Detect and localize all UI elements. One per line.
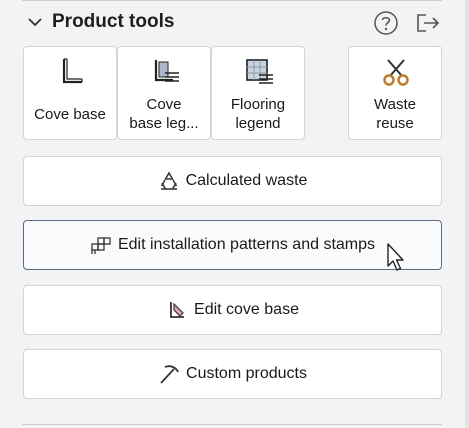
tile-label: Cove base leg... bbox=[129, 96, 199, 132]
button-label: Edit cove base bbox=[194, 301, 299, 318]
tile-label: Flooring legend bbox=[230, 96, 286, 132]
scissors-icon bbox=[383, 59, 409, 86]
custom-products-button[interactable]: Custom products bbox=[23, 349, 442, 399]
flooring-legend-icon bbox=[246, 59, 273, 84]
calculated-waste-button[interactable]: Calculated waste bbox=[23, 156, 442, 206]
button-label: Custom products bbox=[186, 365, 307, 382]
cove-base-legend-icon bbox=[154, 60, 179, 82]
scrollbar-track[interactable] bbox=[465, 0, 469, 428]
bottom-divider bbox=[22, 424, 442, 425]
panel-header[interactable]: Product tools bbox=[0, 0, 469, 46]
edit-cove-base-button[interactable]: Edit cove base bbox=[23, 285, 442, 335]
pattern-icon bbox=[91, 237, 111, 254]
pickaxe-icon bbox=[160, 365, 179, 384]
tile-cove-base[interactable]: Cove base bbox=[23, 46, 117, 140]
cove-base-icon bbox=[62, 58, 83, 84]
tile-label: Waste reuse bbox=[374, 96, 416, 132]
tile-waste-reuse[interactable]: Waste reuse bbox=[348, 46, 442, 140]
chevron-down-icon[interactable] bbox=[27, 14, 43, 30]
tile-label: Cove base bbox=[34, 106, 106, 123]
panel-title: Product tools bbox=[52, 11, 175, 32]
recycle-icon bbox=[160, 171, 177, 190]
tile-cove-base-legend[interactable]: Cove base leg... bbox=[117, 46, 211, 140]
help-icon[interactable] bbox=[373, 10, 399, 36]
tile-flooring-legend[interactable]: Flooring legend bbox=[211, 46, 305, 140]
edit-installation-patterns-button[interactable]: Edit installation patterns and stamps bbox=[23, 220, 442, 270]
cove-base-edit-icon bbox=[170, 302, 185, 318]
button-label: Calculated waste bbox=[185, 172, 308, 189]
button-label: Edit installation patterns and stamps bbox=[117, 236, 376, 253]
exit-icon[interactable] bbox=[414, 11, 442, 35]
